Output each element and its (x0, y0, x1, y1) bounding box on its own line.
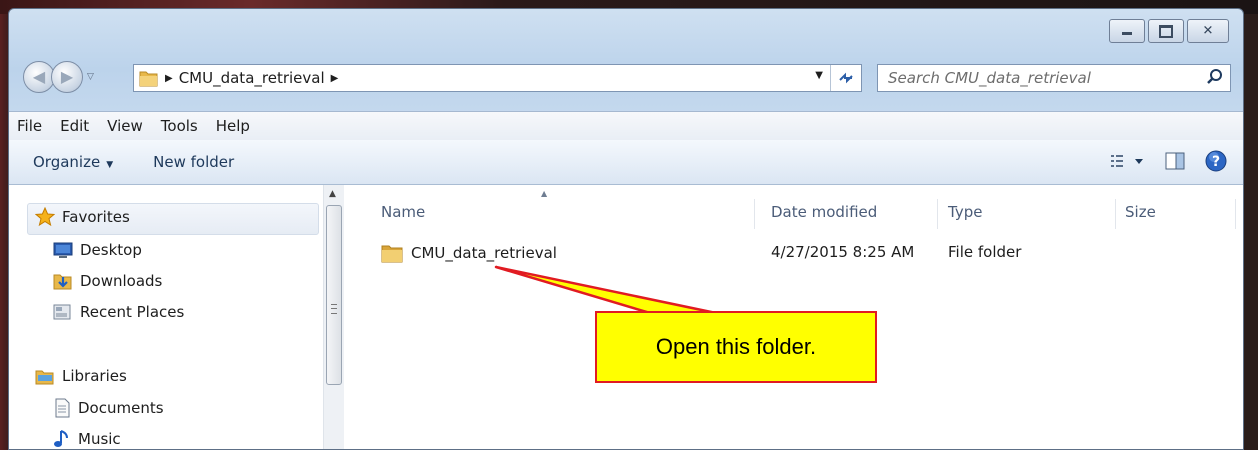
menu-help[interactable]: Help (216, 117, 250, 135)
nav-item-label: Music (78, 430, 121, 448)
folder-icon (139, 71, 158, 87)
nav-item-label: Libraries (62, 367, 127, 385)
nav-item-documents[interactable]: Documents (53, 398, 164, 418)
breadcrumb-path[interactable]: CMU_data_retrieval (179, 69, 325, 87)
scroll-up-icon[interactable]: ▲ (329, 189, 336, 199)
breadcrumb-arrow-end[interactable]: ▶ (331, 73, 339, 84)
menu-edit[interactable]: Edit (60, 117, 89, 135)
minimize-button[interactable] (1109, 19, 1145, 43)
nav-item-label: Recent Places (80, 303, 185, 321)
refresh-icon (839, 72, 853, 84)
refresh-button[interactable] (830, 65, 861, 91)
column-header-size[interactable]: Size (1125, 203, 1156, 221)
maximize-button[interactable] (1148, 19, 1184, 43)
recent-places-icon (53, 304, 71, 320)
nav-item-label: Documents (78, 399, 164, 417)
downloads-icon (53, 274, 72, 290)
search-icon[interactable] (1206, 68, 1224, 86)
callout-box: Open this folder. (595, 311, 877, 383)
forward-arrow-icon: ▶ (60, 67, 74, 87)
close-button[interactable]: ✕ (1187, 19, 1229, 43)
menu-tools[interactable]: Tools (161, 117, 198, 135)
menu-file[interactable]: File (17, 117, 42, 135)
organize-button[interactable]: Organize ▼ (33, 153, 113, 171)
folder-icon (381, 245, 403, 263)
chevron-down-icon: ▼ (106, 160, 114, 170)
column-divider[interactable] (937, 199, 938, 229)
command-bar: Organize ▼ New folder ? (9, 140, 1243, 185)
scrollbar-grip (331, 304, 337, 314)
menu-view[interactable]: View (107, 117, 143, 135)
search-box[interactable]: Search CMU_data_retrieval (877, 64, 1231, 92)
callout-text: Open this folder. (655, 334, 817, 359)
column-divider[interactable] (1115, 199, 1116, 229)
preview-pane-icon (1165, 152, 1185, 170)
search-input[interactable]: Search CMU_data_retrieval (888, 69, 1091, 87)
menu-bar: File Edit View Tools Help (9, 111, 1243, 140)
music-icon (54, 430, 68, 447)
nav-item-downloads[interactable]: Downloads (53, 272, 162, 290)
minimize-icon (1122, 32, 1132, 35)
desktop-icon (53, 242, 73, 258)
breadcrumb-arrow[interactable]: ▶ (165, 73, 173, 84)
star-icon (35, 207, 55, 227)
nav-item-libraries[interactable]: Libraries (35, 367, 127, 385)
column-divider[interactable] (1235, 199, 1236, 229)
navigation-buttons: ◀ ▶ ▽ (23, 61, 94, 93)
recent-pages-dropdown[interactable]: ▽ (87, 72, 94, 82)
nav-item-favorites[interactable]: Favorites (35, 207, 130, 227)
new-folder-button[interactable]: New folder (153, 153, 234, 171)
navigation-scrollbar[interactable]: ▲ (323, 185, 344, 449)
column-header-name[interactable]: Name (381, 203, 425, 221)
close-icon: ✕ (1202, 23, 1214, 39)
documents-icon (55, 398, 70, 418)
file-type: File folder (948, 243, 1022, 261)
forward-button[interactable]: ▶ (51, 61, 83, 93)
address-bar[interactable]: ▶ CMU_data_retrieval ▶ ▼ (133, 64, 862, 92)
nav-item-desktop[interactable]: Desktop (53, 241, 142, 259)
nav-item-label: Downloads (80, 272, 163, 290)
scrollbar-thumb[interactable] (326, 205, 342, 385)
command-bar-right: ? (1111, 150, 1227, 176)
organize-label: Organize (33, 153, 101, 171)
column-header-date-modified[interactable]: Date modified (771, 203, 877, 221)
help-button[interactable]: ? (1205, 150, 1227, 176)
column-header-type[interactable]: Type (948, 203, 982, 221)
help-icon: ? (1205, 150, 1227, 172)
preview-pane-button[interactable] (1165, 152, 1185, 174)
view-options-button[interactable] (1111, 154, 1145, 172)
nav-item-recent-places[interactable]: Recent Places (53, 303, 184, 321)
column-divider[interactable] (754, 199, 755, 229)
file-date-modified: 4/27/2015 8:25 AM (771, 243, 915, 261)
back-arrow-icon: ◀ (32, 67, 46, 87)
caption-buttons: ✕ (1109, 19, 1229, 43)
svg-text:?: ? (1212, 154, 1220, 170)
nav-item-label: Favorites (62, 208, 130, 226)
sort-ascending-icon: ▲ (541, 189, 548, 198)
file-name: CMU_data_retrieval (411, 244, 557, 262)
navigation-pane: Favorites Desktop Downloads Recent Place… (9, 185, 344, 449)
maximize-icon (1159, 25, 1173, 38)
file-row-name[interactable]: CMU_data_retrieval (381, 243, 557, 263)
nav-item-label: Desktop (80, 241, 142, 259)
view-options-icon (1111, 155, 1143, 167)
nav-item-music[interactable]: Music (53, 429, 121, 449)
address-dropdown[interactable]: ▼ (815, 70, 823, 81)
libraries-icon (35, 370, 54, 385)
explorer-window: ✕ ◀ ▶ ▽ ▶ CMU_data_retrieval ▶ ▼ Search … (8, 8, 1244, 450)
